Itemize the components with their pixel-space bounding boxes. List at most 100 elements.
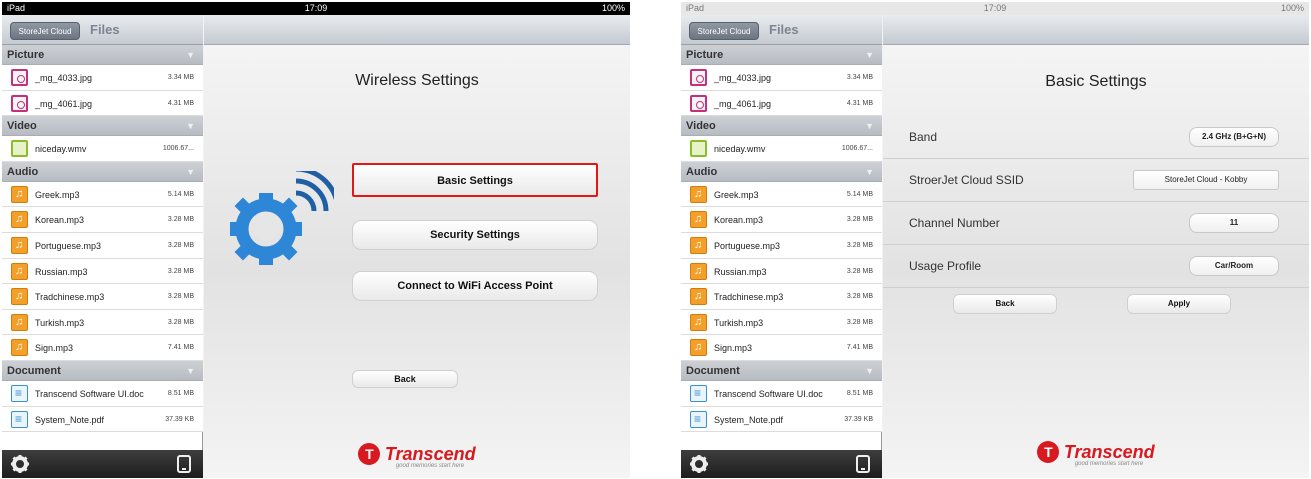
channel-label: Channel Number bbox=[909, 216, 1000, 230]
device-icon[interactable] bbox=[177, 455, 191, 473]
section-header-picture[interactable]: Picture ▼ bbox=[681, 45, 882, 65]
sidebar-toolbar bbox=[681, 450, 882, 478]
panel-header-bar bbox=[204, 15, 630, 45]
setting-row-usage-profile: Usage Profile Car/Room bbox=[883, 245, 1309, 288]
list-item[interactable]: Tradchinese.mp33.28 MB bbox=[2, 284, 203, 310]
chevron-down-icon: ▼ bbox=[865, 166, 874, 177]
audio-file-icon bbox=[690, 236, 707, 254]
list-item[interactable]: _mg_4033.jpg 3.34 MB bbox=[2, 65, 203, 91]
list-item[interactable]: Greek.mp35.14 MB bbox=[2, 181, 203, 208]
apply-button[interactable]: Apply bbox=[1127, 294, 1231, 314]
sidebar-title: Files bbox=[769, 22, 799, 37]
section-header-video[interactable]: Video ▼ bbox=[2, 116, 203, 137]
back-to-storejet-button[interactable]: StoreJet Cloud bbox=[10, 22, 80, 40]
list-item[interactable]: System_Note.pdf37.39 KB bbox=[2, 406, 203, 433]
list-item[interactable]: Greek.mp35.14 MB bbox=[681, 181, 882, 208]
list-item[interactable]: Turkish.mp33.28 MB bbox=[681, 309, 882, 336]
picture-file-icon bbox=[690, 94, 707, 112]
transcend-logo: T Transcend good memories start here bbox=[883, 441, 1309, 467]
section-header-audio[interactable]: Audio ▼ bbox=[2, 161, 203, 182]
video-file-icon bbox=[11, 140, 28, 158]
status-bar: iPad 17:09 100% bbox=[681, 2, 1309, 15]
back-to-storejet-button[interactable]: StoreJet Cloud bbox=[689, 22, 759, 40]
status-bar: iPad 17:09 100% bbox=[2, 2, 630, 15]
section-header-picture[interactable]: Picture ▼ bbox=[2, 45, 203, 65]
chevron-down-icon: ▼ bbox=[865, 50, 874, 60]
ssid-label: StroerJet Cloud SSID bbox=[909, 173, 1024, 187]
sidebar-header: StoreJet Cloud Files bbox=[2, 15, 203, 45]
audio-file-icon bbox=[11, 313, 28, 331]
basic-settings-panel: Basic Settings Band 2.4 GHz (B+G+N) Stro… bbox=[883, 15, 1309, 478]
list-item[interactable]: Transcend Software UI.doc8.51 MB bbox=[2, 380, 203, 407]
list-item[interactable]: Transcend Software UI.doc8.51 MB bbox=[681, 380, 882, 407]
chevron-down-icon: ▼ bbox=[186, 121, 195, 132]
section-header-document[interactable]: Document ▼ bbox=[2, 360, 203, 381]
transcend-logo: T Transcend good memories start here bbox=[204, 443, 630, 469]
list-item[interactable]: Russian.mp33.28 MB bbox=[681, 258, 882, 285]
list-item[interactable]: niceday.wmv 1006.67... bbox=[2, 136, 203, 162]
usage-profile-select[interactable]: Car/Room bbox=[1189, 256, 1279, 276]
usage-profile-label: Usage Profile bbox=[909, 259, 982, 273]
picture-file-icon bbox=[11, 94, 28, 112]
back-button[interactable]: Back bbox=[352, 370, 458, 388]
list-item[interactable]: _mg_4033.jpg 3.34 MB bbox=[681, 65, 882, 91]
page-title: Basic Settings bbox=[1045, 73, 1147, 90]
basic-settings-button[interactable]: Basic Settings bbox=[352, 163, 598, 197]
list-item[interactable]: Korean.mp33.28 MB bbox=[681, 207, 882, 233]
band-select[interactable]: 2.4 GHz (B+G+N) bbox=[1189, 127, 1279, 147]
screenshot-basic-settings: iPad 17:09 100% StoreJet Cloud Files Pic… bbox=[681, 2, 1309, 478]
list-item[interactable]: Tradchinese.mp33.28 MB bbox=[681, 284, 882, 310]
list-item[interactable]: Russian.mp33.28 MB bbox=[2, 258, 203, 285]
battery-label: 100% bbox=[1280, 3, 1304, 13]
panel-header-bar bbox=[883, 15, 1309, 45]
section-header-document[interactable]: Document ▼ bbox=[681, 360, 882, 381]
picture-file-icon bbox=[11, 69, 28, 86]
band-label: Band bbox=[909, 130, 938, 144]
connect-wifi-button[interactable]: Connect to WiFi Access Point bbox=[352, 271, 598, 301]
channel-select[interactable]: 11 bbox=[1189, 213, 1279, 233]
settings-gear-icon[interactable] bbox=[689, 454, 709, 474]
list-item[interactable]: _mg_4061.jpg 4.31 MB bbox=[2, 90, 203, 117]
setting-row-channel: Channel Number 11 bbox=[883, 202, 1309, 245]
list-item[interactable]: System_Note.pdf37.39 KB bbox=[681, 406, 882, 433]
setting-row-band: Band 2.4 GHz (B+G+N) bbox=[883, 116, 1309, 159]
audio-file-icon bbox=[11, 236, 28, 254]
chevron-down-icon: ▼ bbox=[865, 121, 874, 132]
audio-file-icon bbox=[11, 339, 28, 357]
sidebar-header: StoreJet Cloud Files bbox=[681, 15, 882, 45]
clock: 17:09 bbox=[304, 3, 328, 13]
list-item[interactable]: Portuguese.mp33.28 MB bbox=[681, 232, 882, 259]
list-item[interactable]: niceday.wmv 1006.67... bbox=[681, 136, 882, 162]
audio-file-icon bbox=[690, 288, 707, 306]
settings-gear-icon[interactable] bbox=[10, 454, 30, 474]
list-item[interactable]: _mg_4061.jpg 4.31 MB bbox=[681, 90, 882, 117]
wireless-gear-icon bbox=[230, 171, 334, 265]
document-file-icon bbox=[11, 410, 28, 428]
transcend-logo-mark-icon: T bbox=[358, 443, 381, 465]
chevron-down-icon: ▼ bbox=[186, 365, 195, 376]
audio-file-icon bbox=[690, 185, 707, 203]
audio-file-icon bbox=[690, 211, 707, 229]
audio-file-icon bbox=[690, 262, 707, 280]
list-item[interactable]: Sign.mp37.41 MB bbox=[2, 335, 203, 361]
list-item[interactable]: Korean.mp33.28 MB bbox=[2, 207, 203, 233]
transcend-logo-mark-icon: T bbox=[1037, 441, 1060, 463]
picture-file-icon bbox=[690, 69, 707, 86]
document-file-icon bbox=[11, 384, 28, 402]
sidebar-toolbar bbox=[2, 450, 203, 478]
back-button[interactable]: Back bbox=[953, 294, 1057, 314]
list-item[interactable]: Portuguese.mp33.28 MB bbox=[2, 232, 203, 259]
list-item[interactable]: Sign.mp37.41 MB bbox=[681, 335, 882, 361]
device-icon[interactable] bbox=[856, 455, 870, 473]
battery-label: 100% bbox=[601, 3, 625, 13]
audio-file-icon bbox=[11, 211, 28, 229]
chevron-down-icon: ▼ bbox=[865, 365, 874, 376]
list-item[interactable]: Turkish.mp33.28 MB bbox=[2, 309, 203, 336]
chevron-down-icon: ▼ bbox=[186, 166, 195, 177]
section-header-audio[interactable]: Audio ▼ bbox=[681, 161, 882, 182]
ssid-field[interactable]: StoreJet Cloud - Kobby bbox=[1133, 170, 1279, 190]
screenshot-wireless-settings: iPad 17:09 100% StoreJet Cloud Files Pic… bbox=[2, 2, 630, 478]
security-settings-button[interactable]: Security Settings bbox=[352, 220, 598, 250]
setting-row-ssid: StroerJet Cloud SSID StoreJet Cloud - Ko… bbox=[883, 159, 1309, 202]
section-header-video[interactable]: Video ▼ bbox=[681, 116, 882, 137]
